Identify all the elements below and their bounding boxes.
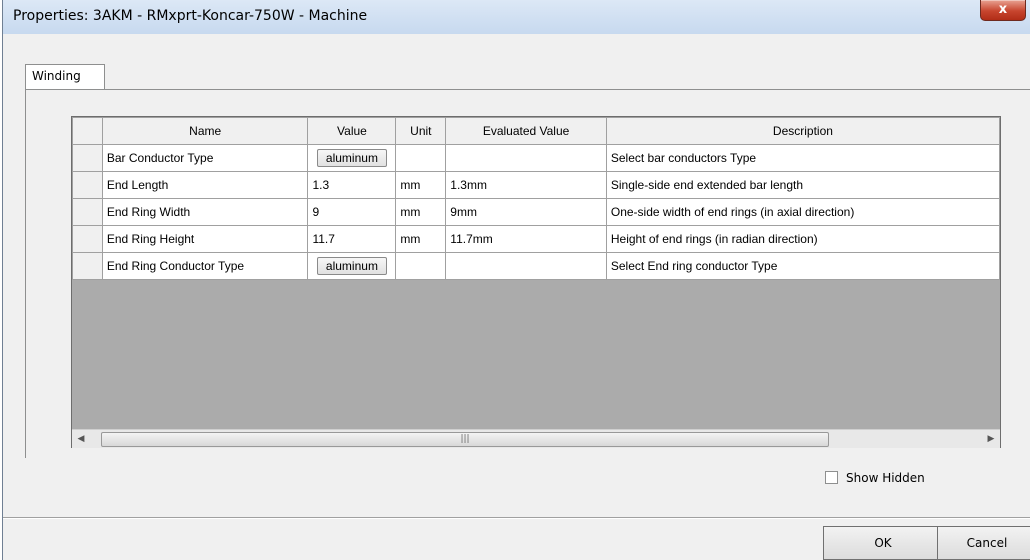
corner-header — [72, 117, 103, 145]
row-header[interactable] — [72, 198, 103, 226]
header-row: Name Value Unit Evaluated Value Descript… — [72, 117, 1001, 145]
show-hidden-option[interactable]: Show Hidden — [825, 471, 925, 485]
table-row[interactable]: Bar Conductor Type aluminum Select bar c… — [72, 144, 1001, 172]
scroll-right-arrow-icon[interactable]: ▶ — [982, 430, 1000, 448]
row-header[interactable] — [72, 225, 103, 253]
properties-dialog: Properties: 3AKM - RMxprt-Koncar-750W - … — [2, 0, 1030, 560]
value-cell[interactable]: aluminum — [307, 144, 397, 172]
scroll-left-arrow-icon[interactable]: ◀ — [72, 430, 90, 448]
properties-grid: Name Value Unit Evaluated Value Descript… — [71, 116, 1001, 448]
unit-cell — [395, 144, 447, 172]
close-button[interactable]: x — [980, 0, 1026, 21]
value-cell[interactable]: 1.3 — [307, 171, 397, 199]
name-cell: End Ring Width — [101, 198, 309, 226]
table-row[interactable]: End Ring Conductor Type aluminum Select … — [72, 252, 1001, 280]
unit-cell: mm — [395, 198, 447, 226]
name-cell: End Length — [101, 171, 309, 199]
material-button[interactable]: aluminum — [316, 149, 387, 167]
footer-separator — [3, 517, 1030, 519]
close-icon: x — [998, 2, 1008, 17]
name-cell: End Ring Height — [101, 225, 309, 253]
value-cell[interactable]: aluminum — [307, 252, 397, 280]
row-header[interactable] — [72, 171, 103, 199]
title-bar[interactable]: Properties: 3AKM - RMxprt-Koncar-750W - … — [3, 0, 1030, 34]
column-header-evaluated-value[interactable]: Evaluated Value — [445, 117, 607, 145]
evaluated-value-cell — [445, 252, 607, 280]
table-row[interactable]: End Ring Width 9 mm 9mm One-side width o… — [72, 198, 1001, 226]
description-cell: One-side width of end rings (in axial di… — [605, 198, 1001, 226]
table-row[interactable]: End Ring Height 11.7 mm 11.7mm Height of… — [72, 225, 1001, 253]
unit-cell — [395, 252, 447, 280]
name-cell: End Ring Conductor Type — [101, 252, 309, 280]
material-button[interactable]: aluminum — [316, 257, 387, 275]
tab-winding[interactable]: Winding — [25, 64, 105, 90]
show-hidden-label: Show Hidden — [846, 471, 925, 485]
table-row[interactable]: End Length 1.3 mm 1.3mm Single-side end … — [72, 171, 1001, 199]
description-cell: Select End ring conductor Type — [605, 252, 1001, 280]
value-cell[interactable]: 11.7 — [307, 225, 397, 253]
row-header[interactable] — [72, 252, 103, 280]
evaluated-value-cell: 11.7mm — [445, 225, 607, 253]
evaluated-value-cell: 9mm — [445, 198, 607, 226]
row-header[interactable] — [72, 144, 103, 172]
description-cell: Height of end rings (in radian direction… — [605, 225, 1001, 253]
evaluated-value-cell: 1.3mm — [445, 171, 607, 199]
ok-button[interactable]: OK — [823, 526, 943, 560]
column-header-description[interactable]: Description — [605, 117, 1001, 145]
properties-table: Name Value Unit Evaluated Value Descript… — [72, 117, 1001, 280]
scrollbar-thumb[interactable]: ||| — [101, 432, 829, 447]
column-header-name[interactable]: Name — [101, 117, 309, 145]
cancel-button[interactable]: Cancel — [937, 526, 1030, 560]
unit-cell: mm — [395, 171, 447, 199]
description-cell: Single-side end extended bar length — [605, 171, 1001, 199]
show-hidden-checkbox[interactable] — [825, 471, 838, 484]
unit-cell: mm — [395, 225, 447, 253]
name-cell: Bar Conductor Type — [101, 144, 309, 172]
value-cell[interactable]: 9 — [307, 198, 397, 226]
tab-winding-label: Winding — [32, 69, 81, 83]
horizontal-scrollbar[interactable]: ◀ ||| ▶ — [72, 429, 1000, 448]
evaluated-value-cell — [445, 144, 607, 172]
description-cell: Select bar conductors Type — [605, 144, 1001, 172]
window-title: Properties: 3AKM - RMxprt-Koncar-750W - … — [13, 8, 368, 24]
column-header-value[interactable]: Value — [307, 117, 397, 145]
column-header-unit[interactable]: Unit — [395, 117, 447, 145]
